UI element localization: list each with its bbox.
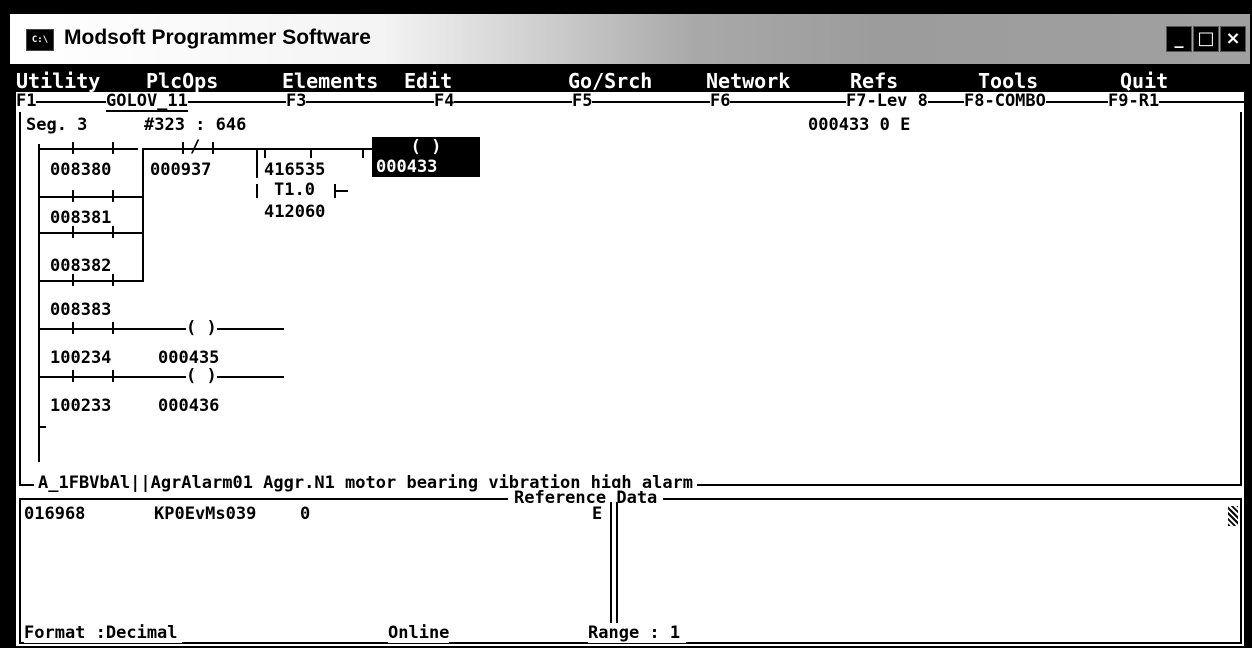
power-rail bbox=[38, 144, 40, 462]
right-rail-outer bbox=[1240, 112, 1242, 486]
coil-symbol: ( ) bbox=[186, 318, 217, 338]
close-button[interactable]: × bbox=[1220, 26, 1246, 52]
timer-register-412060[interactable]: 412060 bbox=[264, 202, 325, 222]
branch-vertical-2 bbox=[142, 234, 144, 280]
rung1-wire-b bbox=[144, 148, 262, 150]
contact-mark bbox=[72, 226, 74, 238]
contact-mark bbox=[72, 322, 74, 334]
menu-go-search[interactable]: Go/Srch bbox=[568, 70, 652, 92]
contact-mark bbox=[112, 226, 114, 238]
timer-block-label[interactable]: T1.0 bbox=[274, 180, 315, 200]
contact-mark bbox=[212, 142, 214, 154]
network-label: #323 : 646 bbox=[144, 115, 247, 135]
rung4-wire bbox=[38, 280, 144, 282]
rung2-wire bbox=[38, 196, 144, 198]
contact-mark bbox=[112, 370, 114, 382]
timer-out-wire bbox=[334, 190, 348, 192]
timer-tick bbox=[310, 150, 312, 158]
console-icon[interactable]: C:\ bbox=[26, 29, 54, 51]
fkey-f3[interactable]: F3 bbox=[286, 92, 307, 110]
timer-tick bbox=[362, 150, 364, 158]
menu-plcops[interactable]: PlcOps bbox=[146, 70, 218, 92]
fkey-f7[interactable]: F7-Lev 8 bbox=[846, 92, 928, 110]
contact-008382[interactable]: 008382 bbox=[50, 256, 111, 276]
segment-label: Seg. 3 bbox=[26, 115, 88, 135]
branch-vertical bbox=[142, 148, 144, 234]
rung1-wire-c bbox=[256, 148, 372, 150]
contact-mark bbox=[112, 190, 114, 202]
status-reference: 000433 0 E bbox=[808, 115, 911, 135]
contact-mark bbox=[112, 142, 114, 154]
nc-contact-symbol: / bbox=[190, 137, 201, 157]
timer-preset-416535[interactable]: 416535 bbox=[264, 160, 325, 180]
selected-coil-symbol[interactable]: ( ) bbox=[372, 137, 480, 157]
contact-mark bbox=[72, 190, 74, 202]
menu-network[interactable]: Network bbox=[706, 70, 790, 92]
terminal-area: Utility PlcOps Elements Edit Go/Srch Net… bbox=[16, 70, 1244, 646]
fkey-f5[interactable]: F5 bbox=[572, 92, 593, 110]
contact-mark bbox=[112, 274, 114, 286]
fkey-f1[interactable]: F1 bbox=[16, 92, 37, 110]
fkey-f4[interactable]: F4 bbox=[434, 92, 455, 110]
fkey-f2[interactable]: GOLOV_11 bbox=[106, 92, 188, 112]
title-bar[interactable]: C:\ Modsoft Programmer Software _ □ × bbox=[10, 14, 1250, 64]
online-status: Online bbox=[388, 623, 450, 643]
contact-008383[interactable]: 008383 bbox=[50, 300, 111, 320]
contact-008381[interactable]: 008381 bbox=[50, 208, 111, 228]
contact-mark bbox=[182, 142, 184, 154]
menu-utility[interactable]: Utility bbox=[16, 70, 100, 92]
menu-tools[interactable]: Tools bbox=[978, 70, 1038, 92]
coil-000435[interactable]: 000435 bbox=[158, 348, 219, 368]
coil-000436[interactable]: 000436 bbox=[158, 396, 219, 416]
rung6-wire bbox=[38, 376, 284, 378]
fkey-f9[interactable]: F9-R1 bbox=[1108, 92, 1160, 110]
minimize-button[interactable]: _ bbox=[1166, 26, 1192, 52]
timer-left-edge bbox=[256, 148, 258, 178]
contact-008380[interactable]: 008380 bbox=[50, 160, 111, 180]
fkey-f6[interactable]: F6 bbox=[710, 92, 731, 110]
maximize-button[interactable]: □ bbox=[1193, 26, 1219, 52]
contact-mark bbox=[72, 370, 74, 382]
menu-edit[interactable]: Edit bbox=[404, 70, 452, 92]
contact-mark bbox=[112, 322, 114, 334]
rung3-wire bbox=[38, 232, 144, 234]
selected-coil-000433[interactable]: 000433 bbox=[372, 157, 480, 177]
fkey-f8[interactable]: F8-COMBO bbox=[964, 92, 1046, 110]
contact-mark bbox=[72, 274, 74, 286]
format-label[interactable]: Format :Decimal bbox=[24, 623, 182, 643]
contact-mark bbox=[72, 142, 74, 154]
ref-flag: E bbox=[592, 504, 603, 524]
range-label[interactable]: Range : 1 bbox=[588, 623, 687, 643]
menu-elements[interactable]: Elements bbox=[282, 70, 378, 92]
window-title: Modsoft Programmer Software bbox=[64, 26, 371, 49]
timer-bracket bbox=[256, 184, 258, 198]
scroll-thumb-icon[interactable] bbox=[1228, 506, 1238, 526]
fkey-divider bbox=[16, 101, 1244, 103]
rung5-wire bbox=[38, 328, 284, 330]
ref-divider-2 bbox=[616, 502, 618, 628]
contact-100233[interactable]: 100233 bbox=[50, 396, 111, 416]
menu-bar: Utility PlcOps Elements Edit Go/Srch Net… bbox=[16, 70, 1244, 92]
rung1-wire-a bbox=[38, 148, 138, 150]
contact-000937[interactable]: 000937 bbox=[150, 160, 211, 180]
app-window: C:\ Modsoft Programmer Software _ □ × Ut… bbox=[0, 0, 1252, 648]
ref-symbol[interactable]: KP0EvMs039 bbox=[154, 504, 256, 524]
ref-divider-1 bbox=[610, 502, 612, 628]
function-key-bar: F1 GOLOV_11 F3 F4 F5 F6 F7-Lev 8 F8-COMB… bbox=[16, 92, 1244, 112]
menu-refs[interactable]: Refs bbox=[850, 70, 898, 92]
menu-quit[interactable]: Quit bbox=[1120, 70, 1168, 92]
ref-address[interactable]: 016968 bbox=[24, 504, 85, 524]
rail-stub bbox=[38, 426, 46, 428]
timer-tick bbox=[264, 150, 266, 158]
left-rail-outer bbox=[19, 112, 21, 486]
coil-symbol: ( ) bbox=[186, 366, 217, 386]
ref-value[interactable]: 0 bbox=[300, 504, 310, 524]
reference-data-title: Reference Data bbox=[508, 488, 664, 508]
contact-100234[interactable]: 100234 bbox=[50, 348, 111, 368]
